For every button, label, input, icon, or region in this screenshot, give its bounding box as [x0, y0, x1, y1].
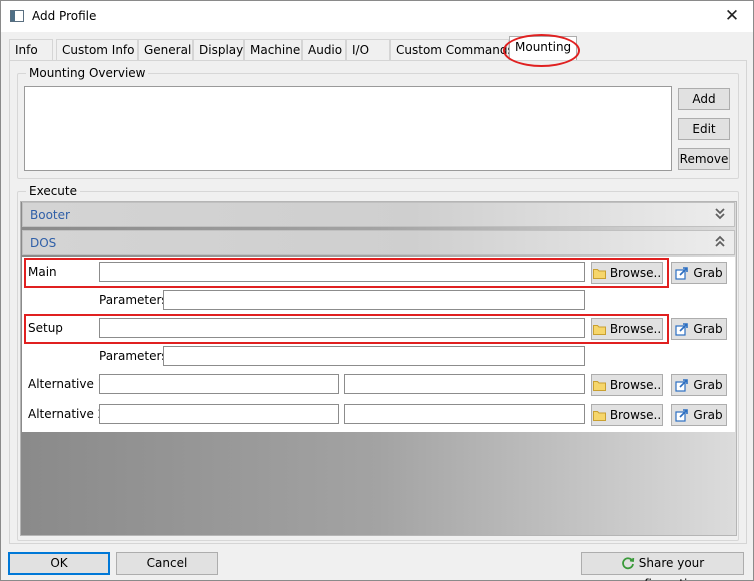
grab-icon — [675, 409, 689, 422]
setup-grab-button[interactable]: Grab — [671, 318, 727, 340]
main-parameters-label: Parameters — [99, 293, 168, 307]
close-icon[interactable]: ✕ — [721, 5, 743, 27]
tab-machine[interactable]: Machine — [244, 39, 302, 60]
alternative-1-grab-button[interactable]: Grab — [671, 374, 727, 396]
chevron-double-up-icon — [715, 235, 725, 247]
setup-label: Setup — [28, 321, 63, 335]
alternative-1-path-input[interactable] — [99, 374, 339, 394]
setup-grab-label: Grab — [693, 322, 723, 336]
alternative-2-parameters-input[interactable] — [344, 404, 585, 424]
tab-custom-commands[interactable]: Custom Commands — [390, 39, 514, 60]
main-parameters-input[interactable] — [163, 290, 585, 310]
mounting-overview-list[interactable] — [24, 86, 672, 171]
alternative-1-label: Alternative 1 — [28, 377, 106, 391]
alternative-2-label: Alternative 2 — [28, 407, 106, 421]
remove-button[interactable]: Remove — [678, 148, 730, 170]
mounting-overview-title: Mounting Overview — [26, 66, 149, 80]
alternative-1-browse-label: Browse.. — [609, 378, 662, 392]
setup-parameters-label: Parameters — [99, 349, 168, 363]
ok-button[interactable]: OK — [8, 552, 110, 575]
tab-custom-info[interactable]: Custom Info — [56, 39, 138, 60]
alternative-1-grab-label: Grab — [693, 378, 723, 392]
alternative-2-browse-label: Browse.. — [609, 408, 662, 422]
main-label: Main — [28, 265, 57, 279]
alternative-1-browse-button[interactable]: Browse.. — [591, 374, 663, 396]
app-icon — [10, 10, 24, 22]
add-profile-window: Add Profile ✕ Info Custom Info General D… — [0, 0, 754, 581]
setup-path-input[interactable] — [99, 318, 585, 338]
refresh-icon — [622, 557, 634, 570]
main-grab-button[interactable]: Grab — [671, 262, 727, 284]
grab-icon — [675, 379, 689, 392]
chevron-double-down-icon — [715, 208, 725, 220]
tab-display[interactable]: Display — [193, 39, 244, 60]
setup-browse-label: Browse.. — [609, 322, 662, 336]
tab-mounting[interactable]: Mounting — [509, 36, 577, 60]
alternative-2-path-input[interactable] — [99, 404, 339, 424]
tab-bar: Info Custom Info General Display Machine… — [9, 36, 747, 60]
folder-icon — [592, 269, 606, 279]
execute-title: Execute — [26, 184, 80, 198]
main-path-input[interactable] — [99, 262, 585, 282]
alternative-1-parameters-input[interactable] — [344, 374, 585, 394]
alternative-2-browse-button[interactable]: Browse.. — [591, 404, 663, 426]
alternative-2-grab-label: Grab — [693, 408, 723, 422]
add-button[interactable]: Add — [678, 88, 730, 110]
edit-button[interactable]: Edit — [678, 118, 730, 140]
folder-icon — [592, 325, 606, 335]
tab-io[interactable]: I/O — [346, 39, 390, 60]
main-grab-label: Grab — [693, 266, 723, 280]
main-browse-button[interactable]: Browse.. — [591, 262, 663, 284]
tab-audio[interactable]: Audio — [302, 39, 346, 60]
dos-label: DOS — [30, 236, 57, 250]
folder-icon — [592, 381, 606, 391]
folder-icon — [592, 411, 606, 421]
grab-icon — [675, 323, 689, 336]
alternative-2-grab-button[interactable]: Grab — [671, 404, 727, 426]
booter-header[interactable]: Booter — [22, 202, 735, 227]
tab-general[interactable]: General — [138, 39, 193, 60]
setup-parameters-input[interactable] — [163, 346, 585, 366]
share-configuration-button[interactable]: Share your configuration — [581, 552, 744, 581]
title-bar: Add Profile ✕ — [1, 1, 753, 32]
share-configuration-label: Share your configuration — [623, 556, 705, 581]
booter-label: Booter — [30, 208, 70, 222]
tab-info[interactable]: Info — [9, 39, 53, 60]
setup-browse-button[interactable]: Browse.. — [591, 318, 663, 340]
main-browse-label: Browse.. — [609, 266, 662, 280]
window-title: Add Profile — [32, 9, 97, 23]
dos-header[interactable]: DOS — [22, 230, 735, 255]
cancel-button[interactable]: Cancel — [116, 552, 218, 575]
grab-icon — [675, 267, 689, 280]
